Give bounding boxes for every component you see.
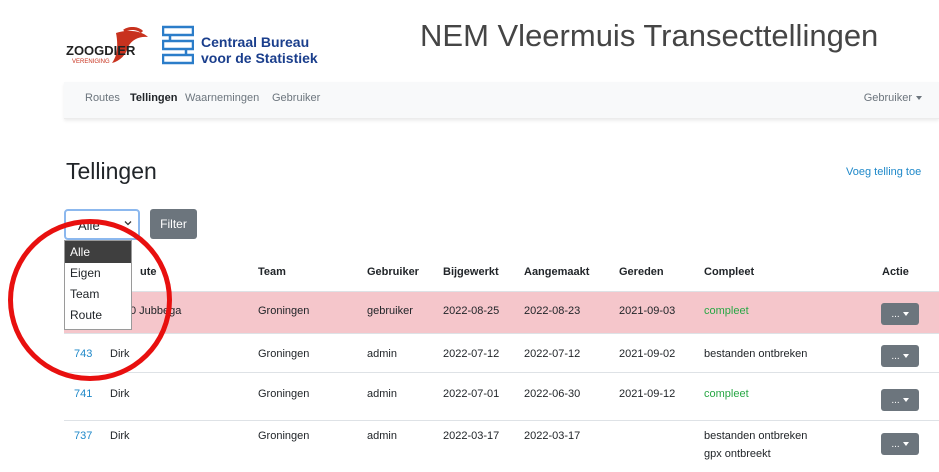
col-header-aangemaakt: Aangemaakt [524,266,590,278]
row-driven: 2021-09-02 [619,348,676,360]
row-complete: bestanden ontbreken [704,430,808,442]
app-title: NEM Vleermuis Transecttellingen [420,18,879,53]
add-telling-link[interactable]: Voeg telling toe [846,166,921,178]
row-created: 2022-06-30 [524,388,581,400]
row-team: Groningen [258,348,310,360]
row-updated: 2022-07-01 [443,388,500,400]
caret-down-icon [902,353,909,358]
row-complete-note: gpx ontbreekt [704,448,771,460]
cbs-name: Centraal Bureau voor de Statistiek [201,34,318,66]
nav-waarnemingen[interactable]: Waarnemingen [185,92,259,104]
col-header-gereden: Gereden [619,266,664,278]
row-user: gebruiker [367,305,413,317]
row-updated: 2022-08-25 [443,305,500,317]
table-row: 737 Dirk Groningen admin 2022-03-17 2022… [64,420,939,472]
row-action-button[interactable]: ... [881,389,919,411]
nav-tellingen[interactable]: Tellingen [130,92,177,104]
row-user: admin [367,388,397,400]
row-route: 0 Jubbega [130,305,182,317]
row-team: Groningen [258,430,310,442]
navbar: Routes Tellingen Waarnemingen Gebruiker … [64,82,939,119]
cbs-logo-icon [161,23,195,67]
page-title: Tellingen [66,158,157,184]
row-user: admin [367,348,397,360]
row-complete: compleet [704,305,749,317]
nav-gebruiker[interactable]: Gebruiker [272,92,320,104]
action-label: ... [891,394,900,406]
filter-dropdown: Alle Eigen Team Route [64,240,132,330]
filter-button[interactable]: Filter [150,209,197,239]
row-created: 2022-07-12 [524,348,581,360]
col-header-actie: Actie [882,266,909,278]
row-route: Dirk [110,388,130,400]
row-route: Dirk [110,348,130,360]
caret-down-icon [902,441,909,446]
row-id-link[interactable]: 743 [74,348,92,360]
row-created: 2022-03-17 [524,430,581,442]
row-action-button[interactable]: ... [881,303,919,325]
table-row: 0 Jubbega Groningen gebruiker 2022-08-25… [64,291,939,333]
caret-down-icon [916,96,922,101]
filter-option-route[interactable]: Route [65,305,131,326]
col-header-bijgewerkt: Bijgewerkt [443,266,499,278]
row-id-link[interactable]: 737 [74,430,92,442]
col-header-compleet: Compleet [704,266,755,278]
action-label: ... [891,350,900,362]
row-team: Groningen [258,388,310,400]
row-complete: compleet [704,388,749,400]
action-label: ... [891,308,900,320]
filter-option-team[interactable]: Team [65,284,131,305]
filter-option-eigen[interactable]: Eigen [65,263,131,284]
col-header-route: ute [140,266,157,278]
table-row: 743 Dirk Groningen admin 2022-07-12 2022… [64,333,939,372]
nav-routes[interactable]: Routes [85,92,120,104]
row-created: 2022-08-23 [524,305,581,317]
action-label: ... [891,438,900,450]
row-driven: 2021-09-03 [619,305,676,317]
caret-down-icon [902,397,909,402]
chevron-down-icon [124,221,132,226]
user-menu-label: Gebruiker [863,92,912,104]
row-action-button[interactable]: ... [881,345,919,367]
row-route: Dirk [110,430,130,442]
zoogdiervereniging-logo: ZOOGDIER VERENIGING [66,27,150,67]
svg-text:VERENIGING: VERENIGING [72,59,110,65]
user-menu[interactable]: Gebruiker [864,92,922,104]
row-updated: 2022-03-17 [443,430,500,442]
row-team: Groningen [258,305,310,317]
row-id-link[interactable]: 741 [74,388,92,400]
col-header-team: Team [258,266,286,278]
filter-select[interactable]: Alle [64,209,140,240]
row-updated: 2022-07-12 [443,348,500,360]
row-complete: bestanden ontbreken [704,348,808,360]
row-user: admin [367,430,397,442]
filter-option-alle[interactable]: Alle [65,241,131,263]
caret-down-icon [902,311,909,316]
row-action-button[interactable]: ... [881,433,919,455]
row-driven: 2021-09-12 [619,388,676,400]
svg-text:ZOOGDIER: ZOOGDIER [66,43,136,58]
filter-select-value: Alle [78,218,100,233]
table-row: 741 Dirk Groningen admin 2022-07-01 2022… [64,372,939,420]
col-header-gebruiker: Gebruiker [367,266,419,278]
